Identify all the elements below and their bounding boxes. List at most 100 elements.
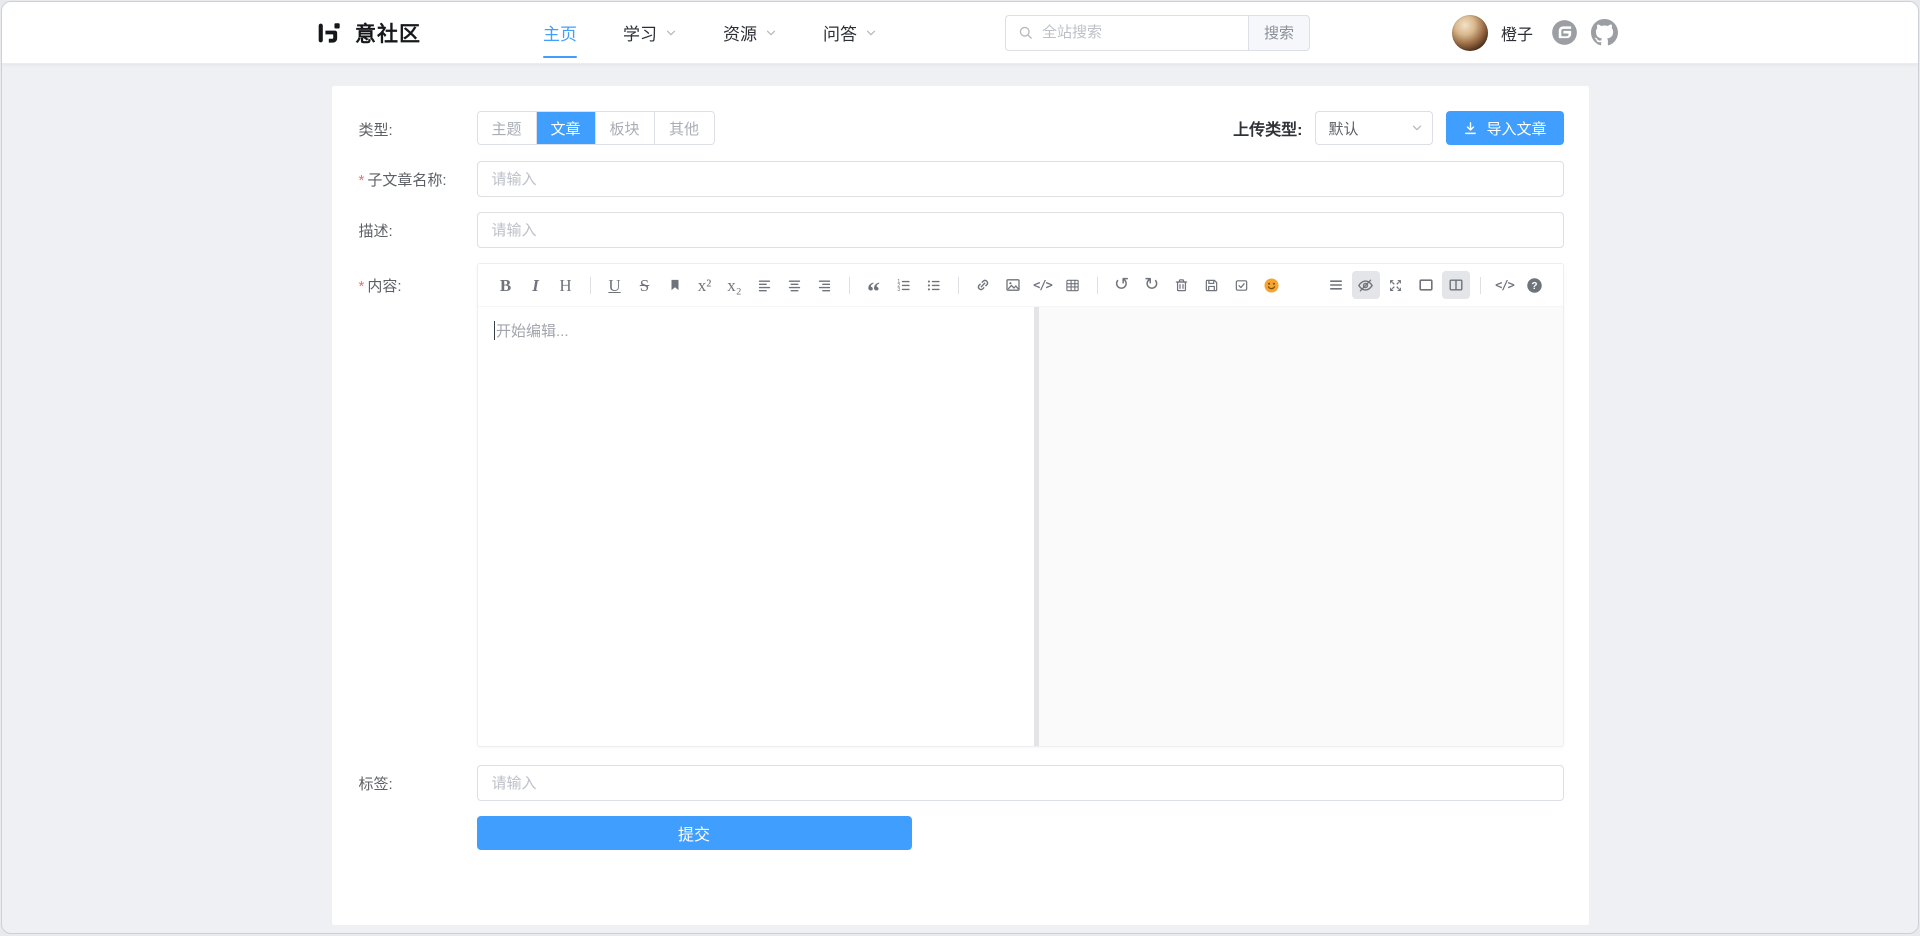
search-box [1005,15,1248,51]
editor-input-pane[interactable]: 开始编辑... [478,307,1034,746]
main-nav: 主页 学习 资源 问答 [543,2,877,63]
code-view-icon[interactable]: </> [1491,271,1519,299]
article-name-label: *子文章名称: [359,161,477,197]
import-article-button[interactable]: 导入文章 [1446,111,1563,145]
chevron-down-icon [865,27,877,39]
nav-item-label: 学习 [623,20,657,45]
editor-toolbar: BIHUSx²x₂ “123 </> ↺↻ </>? [478,264,1563,306]
description-input[interactable] [477,212,1564,248]
content-label: *内容: [359,263,477,747]
preview-pane-icon[interactable] [1412,271,1440,299]
toolbar-divider [849,277,850,294]
strikethrough-icon[interactable]: S [631,271,659,299]
tags-label: 标签: [359,765,477,801]
fullscreen-icon[interactable] [1382,271,1410,299]
outline-icon[interactable] [1322,271,1350,299]
bookmark-icon[interactable] [661,271,689,299]
preview-toggle-icon[interactable] [1352,271,1380,299]
app-window: 意社区 主页 学习 资源 问答 搜索 橙子 [1,1,1919,934]
unordered-list-icon[interactable] [920,271,948,299]
svg-text:3: 3 [897,286,900,292]
brand-logo-icon [314,18,344,48]
avatar[interactable] [1452,15,1488,51]
undo-icon[interactable]: ↺ [1108,271,1136,299]
toolbar-divider [1097,277,1098,294]
brand[interactable]: 意社区 [314,18,421,48]
type-segmented-control: 主题文章板块其他 [477,111,715,145]
content-row: *内容: BIHUSx²x₂ “123 </> ↺↻ </>? 开始编辑... [359,263,1564,747]
nav-item-label: 问答 [823,20,857,45]
italic-icon[interactable]: I [522,271,550,299]
code-icon[interactable]: </> [1029,271,1057,299]
chevron-down-icon [1411,122,1423,134]
nav-item-resources[interactable]: 资源 [723,2,777,63]
delete-icon[interactable] [1168,271,1196,299]
search-button[interactable]: 搜索 [1248,15,1310,51]
type-label: 类型: [359,111,477,145]
download-icon [1463,121,1478,136]
toolbar-divider [590,277,591,294]
main-content: 类型: 主题文章板块其他 上传类型: 默认 [2,86,1918,925]
heading-icon[interactable]: H [552,271,580,299]
checkbox-icon[interactable] [1228,271,1256,299]
type-option-board[interactable]: 板块 [596,112,655,144]
save-icon[interactable] [1198,271,1226,299]
superscript-icon[interactable]: x² [691,271,719,299]
underline-icon[interactable]: U [601,271,629,299]
submit-row: 提交 [359,816,1564,850]
import-article-label: 导入文章 [1486,118,1546,139]
editor-toolbar-right: </>? [1321,271,1550,299]
ordered-list-icon[interactable]: 123 [890,271,918,299]
align-left-icon[interactable] [751,271,779,299]
search-input[interactable] [1042,24,1238,41]
type-option-topic[interactable]: 主题 [478,112,537,144]
quote-icon[interactable]: “ [860,271,888,299]
tags-input[interactable] [477,765,1564,801]
subscript-icon[interactable]: x₂ [721,271,749,299]
description-row: 描述: [359,212,1564,248]
editor-body: 开始编辑... [478,306,1563,746]
article-name-row: *子文章名称: [359,161,1564,197]
type-row: 类型: 主题文章板块其他 上传类型: 默认 [359,111,1564,145]
username: 橙子 [1501,21,1533,45]
upload-type-value: 默认 [1328,118,1358,139]
submit-button[interactable]: 提交 [477,816,912,850]
editor-preview-pane [1039,307,1563,746]
markdown-editor: BIHUSx²x₂ “123 </> ↺↻ </>? 开始编辑... [477,263,1564,747]
brand-title: 意社区 [355,18,421,48]
search-bar: 搜索 [1005,15,1310,51]
nav-item-home[interactable]: 主页 [543,2,577,63]
header: 意社区 主页 学习 资源 问答 搜索 橙子 [2,2,1918,64]
split-pane-icon[interactable] [1442,271,1470,299]
search-icon [1018,25,1033,40]
github-icon[interactable] [1591,19,1618,46]
svg-text:?: ? [1531,281,1537,292]
text-caret [494,321,496,340]
toolbar-divider [958,277,959,294]
upload-type-select[interactable]: 默认 [1315,111,1433,145]
align-right-icon[interactable] [811,271,839,299]
nav-item-qa[interactable]: 问答 [823,2,877,63]
gitee-icon[interactable] [1551,19,1578,46]
header-user-area: 橙子 [1452,15,1618,51]
link-icon[interactable] [969,271,997,299]
editor-placeholder: 开始编辑... [496,323,569,340]
align-center-icon[interactable] [781,271,809,299]
article-name-input[interactable] [477,161,1564,197]
redo-icon[interactable]: ↻ [1138,271,1166,299]
nav-item-learn[interactable]: 学习 [623,2,677,63]
type-option-article[interactable]: 文章 [537,112,596,144]
image-icon[interactable] [999,271,1027,299]
toolbar-divider [1480,277,1481,294]
nav-item-label: 主页 [543,20,577,45]
form-card: 类型: 主题文章板块其他 上传类型: 默认 [332,86,1589,925]
type-option-other[interactable]: 其他 [655,112,714,144]
bold-icon[interactable]: B [492,271,520,299]
chevron-down-icon [665,27,677,39]
table-icon[interactable] [1059,271,1087,299]
emoji-icon[interactable] [1258,271,1286,299]
help-icon[interactable]: ? [1521,271,1549,299]
tags-row: 标签: [359,765,1564,801]
required-asterisk: * [359,278,365,295]
required-asterisk: * [359,172,365,189]
